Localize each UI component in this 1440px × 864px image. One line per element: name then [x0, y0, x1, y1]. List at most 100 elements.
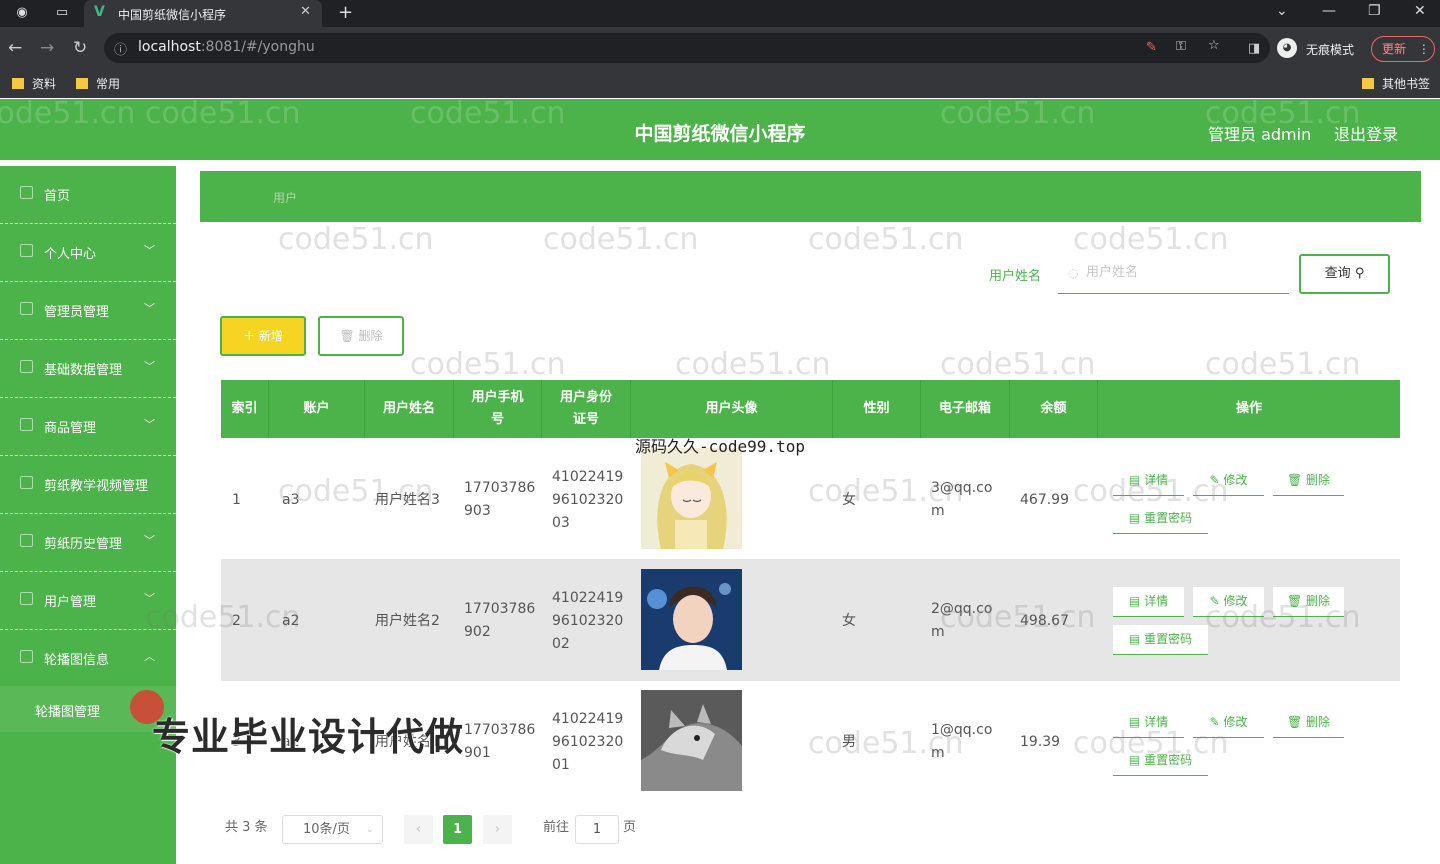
col-idcard: 用户身份证号: [542, 380, 631, 438]
sidebar-item-profile[interactable]: 个人中心 ﹀: [0, 224, 176, 282]
prev-page-button[interactable]: ‹: [404, 815, 433, 844]
sidebar-item-history[interactable]: 剪纸历史管理 ﹀: [0, 514, 176, 572]
sidebar: 首页 个人中心 ﹀ 管理员管理 ﹀ 基础数据管理 ﹀ 商品管理 ﹀ 剪纸教学视频…: [0, 166, 176, 864]
sidebar-item-basic-data[interactable]: 基础数据管理 ﹀: [0, 340, 176, 398]
table-header: 索引 账户 用户姓名 用户手机号 用户身份证号 用户头像 性别 电子邮箱 余额 …: [221, 380, 1400, 438]
home-icon: [20, 186, 33, 199]
page-size-select[interactable]: 10条/页 ⌄: [282, 815, 383, 844]
folder-icon: [76, 78, 88, 89]
update-button[interactable]: 更新 ⋮: [1371, 36, 1435, 62]
forward-icon[interactable]: →: [40, 38, 54, 58]
next-page-button[interactable]: ›: [483, 815, 512, 844]
tab-title: 中国剪纸微信小程序: [118, 8, 227, 22]
restore-icon[interactable]: ❐: [1368, 3, 1381, 19]
breadcrumb-current: 用户: [273, 191, 298, 205]
tab-search-icon[interactable]: ▭: [54, 5, 70, 21]
cell-phone: 17703786 901: [464, 722, 536, 761]
admin-label: 管理员 admin: [1208, 125, 1312, 144]
goto-prefix: 前往: [543, 820, 570, 835]
close-tab-icon[interactable]: ✕: [300, 4, 311, 19]
delete-button[interactable]: 🗑 删除: [1273, 466, 1344, 496]
col-avatar: 用户头像: [631, 380, 833, 438]
search-label: 用户姓名: [989, 269, 1042, 284]
cell-gender: 女: [842, 492, 856, 508]
table-row: 2 a2 用户姓名2 17703786 902 41022419 96102320 0…: [221, 560, 1400, 681]
sidebar-item-label: 基础数据管理: [44, 363, 123, 378]
detail-button[interactable]: ▤ 详情: [1113, 466, 1184, 496]
cell-index: 1: [232, 492, 241, 508]
reset-password-button[interactable]: ▤ 重置密码: [1113, 746, 1208, 776]
cell-name: 用户姓名2: [375, 613, 440, 629]
sidebar-item-label: 用户管理: [44, 595, 97, 610]
key-icon[interactable]: ⚿: [1176, 39, 1186, 54]
browser-menu-icon[interactable]: ◉: [14, 5, 30, 21]
cell-account: a2: [282, 613, 300, 629]
sidebar-item-products[interactable]: 商品管理 ﹀: [0, 398, 176, 456]
cell-email: 1@qq.co m: [931, 722, 993, 761]
watermark-text: code51.cn: [543, 222, 699, 257]
edit-button[interactable]: ✎ 修改: [1193, 466, 1264, 496]
edit-button[interactable]: ✎ 修改: [1193, 587, 1264, 617]
cell-idcard: 41022419 96102320 02: [552, 590, 624, 652]
new-tab-icon[interactable]: +: [338, 2, 353, 23]
chevron-down-icon: ﹀: [144, 592, 155, 605]
delete-button[interactable]: 🗑 删除: [1273, 587, 1344, 617]
address-bar-row: ← → ↻ ⓘ localhost:8081/#/yonghu ✎ ⚿ ☆ ◨ …: [0, 27, 1440, 70]
bookmark-folder-changyong[interactable]: 常用: [76, 75, 120, 92]
reset-password-button[interactable]: ▤ 重置密码: [1113, 625, 1208, 655]
avatar[interactable]: [641, 690, 742, 791]
sidebar-item-admins[interactable]: 管理员管理 ﹀: [0, 282, 176, 340]
bookmark-folder-ziliao[interactable]: 资料: [12, 75, 56, 92]
search-icon: ⚲: [1354, 266, 1365, 281]
delete-button[interactable]: 🗑 删除: [1273, 708, 1344, 738]
back-icon[interactable]: ←: [8, 38, 22, 58]
chevron-down-icon: ﹀: [144, 534, 155, 547]
detail-button[interactable]: ▤ 详情: [1113, 708, 1184, 738]
admin-icon: [20, 302, 33, 315]
site-permission-icon[interactable]: ✎: [1146, 40, 1157, 55]
edit-button[interactable]: ✎ 修改: [1193, 708, 1264, 738]
bookmark-star-icon[interactable]: ☆: [1208, 38, 1220, 53]
goto-page-input[interactable]: 1: [575, 815, 619, 844]
sidebar-item-home[interactable]: 首页: [0, 166, 176, 224]
folder-icon: [1362, 78, 1374, 89]
sidebar-item-videos[interactable]: 剪纸教学视频管理: [0, 456, 176, 514]
avatar[interactable]: [641, 569, 742, 670]
browser-tab-strip: ◉ ▭ V 中国剪纸微信小程序 ✕ + ⌄ — ❐ ✕: [0, 0, 1440, 27]
tab-list-chevron-icon[interactable]: ⌄: [1276, 3, 1288, 19]
detail-button[interactable]: ▤ 详情: [1113, 587, 1184, 617]
sidebar-item-label: 管理员管理: [44, 305, 110, 320]
reset-password-button[interactable]: ▤ 重置密码: [1113, 504, 1208, 534]
reload-icon[interactable]: ↻: [73, 38, 87, 58]
batch-delete-button[interactable]: 🗑 删除: [318, 316, 404, 356]
sidebar-subitem-label: 轮播图管理: [35, 705, 101, 720]
url-field[interactable]: ⓘ localhost:8081/#/yonghu ✎ ⚿ ☆: [104, 33, 1270, 63]
sidebar-item-users[interactable]: 用户管理 ﹀: [0, 572, 176, 630]
query-button[interactable]: 查询 ⚲: [1299, 254, 1390, 294]
incognito-label: 无痕模式: [1306, 43, 1355, 57]
cell-idcard: 41022419 96102320 01: [552, 711, 624, 773]
cell-gender: 男: [842, 734, 856, 750]
search-input[interactable]: [1086, 265, 1281, 280]
watermark-text: code51.cn: [1205, 347, 1361, 382]
minimize-icon[interactable]: —: [1322, 3, 1336, 19]
history-icon: [20, 534, 33, 547]
sidepanel-icon[interactable]: ◨: [1248, 41, 1260, 56]
page-number-current[interactable]: 1: [443, 815, 472, 844]
close-window-icon[interactable]: ✕: [1414, 3, 1426, 19]
site-info-icon[interactable]: ⓘ: [114, 39, 127, 58]
logout-link[interactable]: 退出登录: [1334, 121, 1398, 145]
folder-icon: [12, 78, 24, 89]
avatar[interactable]: [641, 448, 742, 549]
browser-tab[interactable]: V 中国剪纸微信小程序 ✕: [84, 0, 322, 27]
col-balance: 余额: [1010, 380, 1098, 438]
watermark-text: code51.cn: [940, 347, 1096, 382]
sidebar-item-carousel[interactable]: 轮播图信息 ︿: [0, 630, 176, 686]
watermark-text: code51.cn: [410, 347, 566, 382]
promo-overlay-text: 专业毕业设计代做: [152, 715, 465, 759]
add-button[interactable]: ＋ 新增: [220, 316, 306, 356]
cell-gender: 女: [842, 613, 856, 629]
search-box: ◌: [1058, 257, 1289, 294]
sidebar-item-label: 商品管理: [44, 421, 97, 436]
other-bookmarks[interactable]: 其他书签: [1362, 75, 1430, 92]
